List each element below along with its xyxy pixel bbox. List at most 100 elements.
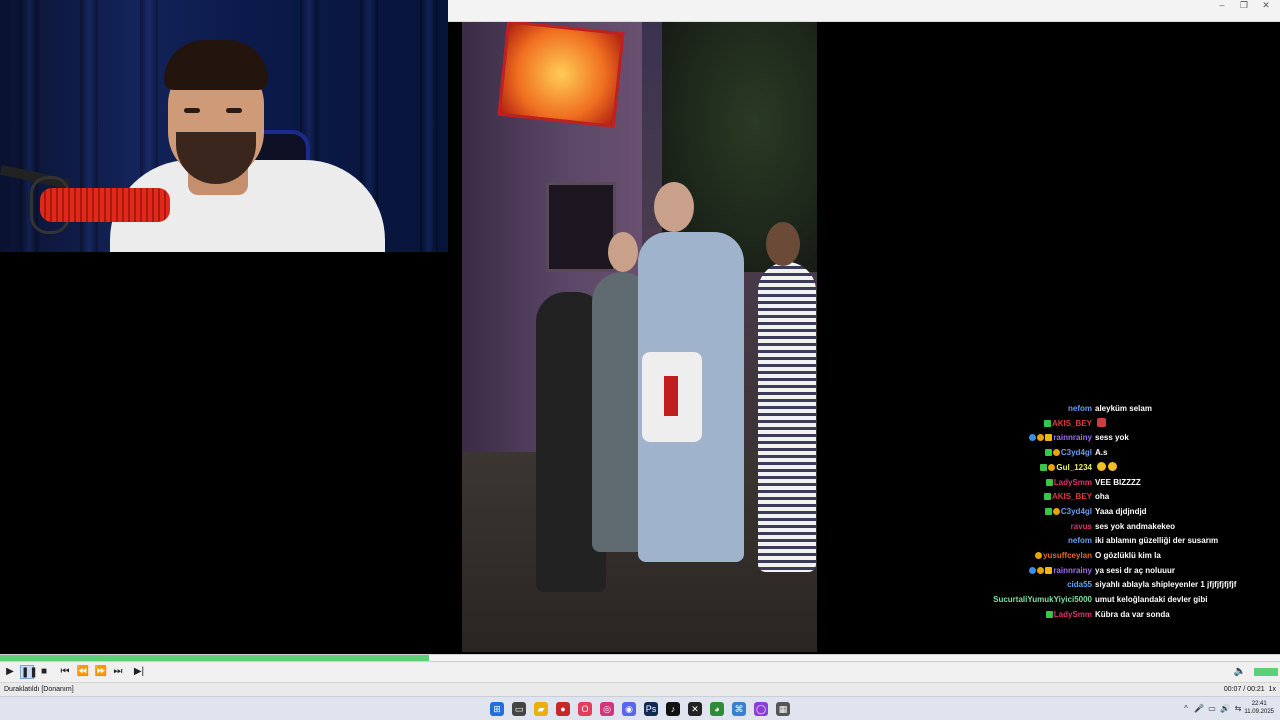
gold-badge-icon — [1052, 507, 1060, 515]
video-frame[interactable] — [462, 22, 817, 652]
app-purple-icon[interactable]: ◯ — [754, 702, 768, 716]
previous-button[interactable]: ⏮ — [58, 665, 72, 679]
chrome-icon[interactable]: ◕ — [710, 702, 724, 716]
chat-message: AKIS_BEY oha — [880, 490, 1280, 504]
plus-badge-icon — [1043, 419, 1051, 427]
blue-badge-icon — [1029, 566, 1037, 574]
microphone — [40, 188, 170, 222]
time-readout: 00:07 / 00:21 1x — [1223, 686, 1276, 693]
opera-icon[interactable]: O — [578, 702, 592, 716]
chat-text: Yaaa djdjndjd — [1095, 506, 1147, 516]
streamer-webcam — [0, 0, 448, 252]
tray-icon[interactable]: 🎤 — [1193, 702, 1205, 716]
chat-username[interactable]: yusuffceylan — [1043, 551, 1092, 560]
task-view-icon[interactable]: ▭ — [512, 702, 526, 716]
chat-username[interactable]: C3yd4gl — [1061, 448, 1092, 457]
tray-icon[interactable]: ▭ — [1206, 702, 1218, 716]
tiktok-icon[interactable]: ♪ — [666, 702, 680, 716]
chat-username[interactable]: ravus — [1071, 522, 1092, 531]
gold-badge-icon — [1035, 552, 1043, 559]
seek-bar[interactable] — [0, 654, 1280, 662]
next-button[interactable]: ⏭ — [111, 665, 125, 679]
chat-message: nefom aleyküm selam — [880, 402, 1280, 416]
tray-icon[interactable]: 🔊 — [1219, 702, 1231, 716]
crown-badge-icon — [1045, 434, 1053, 442]
chat-message: C3yd4gl A.s — [880, 446, 1280, 460]
chat-text: Kübra da var sonda — [1095, 609, 1170, 619]
chat-message: SucurtaliYumukYiyici5000 umut keloğlandak… — [880, 593, 1280, 607]
file-explorer-icon[interactable]: ▰ — [534, 702, 548, 716]
chat-username[interactable]: rainnrainy — [1053, 433, 1092, 442]
plus-badge-icon — [1045, 610, 1053, 618]
photoshop-icon[interactable]: Ps — [644, 702, 658, 716]
close-button[interactable]: ✕ — [1254, 0, 1278, 12]
neon-sign — [497, 22, 625, 128]
blue-badge-icon — [1029, 434, 1037, 442]
gold-badge-icon — [1037, 566, 1045, 574]
chat-text: umut keloğlandaki devler gibi — [1095, 595, 1208, 605]
emote-icon — [1097, 417, 1106, 427]
chat-message: rainnrainy sess yok — [880, 431, 1280, 445]
discord-icon[interactable]: ◉ — [622, 702, 636, 716]
shopping-bag — [642, 352, 702, 442]
rewind-button[interactable]: ⏪ — [76, 665, 90, 679]
chat-username[interactable]: nefom — [1068, 404, 1092, 413]
chat-text: iki ablamın güzelliği der susarım — [1095, 536, 1219, 546]
crown-badge-icon — [1045, 566, 1053, 574]
chat-message: AKIS_BEY — [880, 417, 1280, 431]
chat-text: siyahlı ablayla shipleyenler 1 jfjfjfjfj… — [1095, 580, 1237, 590]
chat-text: A.s — [1095, 448, 1108, 458]
laugh-emoji-icon — [1108, 461, 1117, 471]
person — [758, 262, 816, 572]
volume-icon[interactable]: 🔈 — [1233, 665, 1247, 679]
chat-username[interactable]: Gul_1234 — [1056, 463, 1092, 472]
chat-overlay: nefom aleyküm selam AKIS_BEY rainnrainy sess… — [880, 402, 1280, 628]
chat-username[interactable]: AKIS_BEY — [1052, 492, 1092, 501]
maximize-button[interactable]: ❐ — [1232, 0, 1256, 12]
instagram-icon[interactable]: ◎ — [600, 702, 614, 716]
gold-badge-icon — [1052, 449, 1060, 457]
chat-username[interactable]: C3yd4gl — [1061, 507, 1092, 516]
gold-badge-icon — [1048, 463, 1056, 471]
chat-message: rainnrainy ya sesi dr aç noluuur — [880, 564, 1280, 578]
volume-slider[interactable] — [1254, 668, 1278, 676]
player-window-titlebar[interactable]: – ❐ ✕ — [448, 0, 1280, 22]
forward-button[interactable]: ⏩ — [94, 665, 108, 679]
start-icon[interactable]: ⊞ — [490, 702, 504, 716]
playback-speed: 1x — [1268, 686, 1276, 693]
chat-username[interactable]: rainnrainy — [1053, 566, 1092, 575]
gold-badge-icon — [1037, 434, 1045, 442]
chat-username[interactable]: AKIS_BEY — [1052, 419, 1092, 428]
system-clock[interactable]: 22:41 11.09.2025 — [1244, 700, 1274, 716]
chat-message: cida55 siyahlı ablayla shipleyenler 1 jfj… — [880, 578, 1280, 592]
chat-username[interactable]: SucurtaliYumukYiyici5000 — [993, 595, 1092, 604]
chat-text: aleyküm selam — [1095, 404, 1152, 413]
chat-text: oha — [1095, 492, 1110, 502]
chat-username[interactable]: cida55 — [1067, 580, 1092, 589]
network-icon[interactable]: ⌘ — [732, 702, 746, 716]
chat-username[interactable]: nefom — [1068, 536, 1092, 545]
chat-message: ravus ses yok andmakekeo — [880, 520, 1280, 534]
plus-badge-icon — [1043, 493, 1051, 501]
chat-message: yusuffceylan O gözlüklü kim la — [880, 549, 1280, 563]
minimize-button[interactable]: – — [1210, 0, 1234, 12]
chat-text: O gözlüklü kim la — [1095, 551, 1161, 560]
chat-username[interactable]: LadySmm — [1054, 610, 1092, 619]
pause-button[interactable]: ❚❚ — [20, 665, 38, 679]
tray-icon[interactable]: ⇆ — [1232, 702, 1244, 716]
laugh-emoji-icon — [1097, 461, 1106, 471]
chat-text: sess yok — [1095, 433, 1129, 443]
plus-badge-icon — [1044, 449, 1052, 457]
media-player-icon[interactable]: ▦ — [776, 702, 790, 716]
chat-text: ya sesi dr aç noluuur — [1095, 565, 1176, 575]
play-button[interactable]: ▶ — [3, 665, 17, 679]
status-bar: Duraklatıldı [Donanım] 00:07 / 00:21 1x — [0, 682, 1280, 696]
stop-button[interactable]: ■ — [37, 665, 51, 679]
playback-status: Duraklatıldı [Donanım] — [4, 686, 74, 693]
chat-username[interactable]: LadySmm — [1054, 478, 1092, 487]
capcut-icon[interactable]: ✕ — [688, 702, 702, 716]
plus-badge-icon — [1040, 463, 1048, 471]
frame-step-button[interactable]: ▶| — [132, 665, 146, 679]
tray-icon[interactable]: ^ — [1180, 702, 1192, 716]
app-red-icon[interactable]: ● — [556, 702, 570, 716]
